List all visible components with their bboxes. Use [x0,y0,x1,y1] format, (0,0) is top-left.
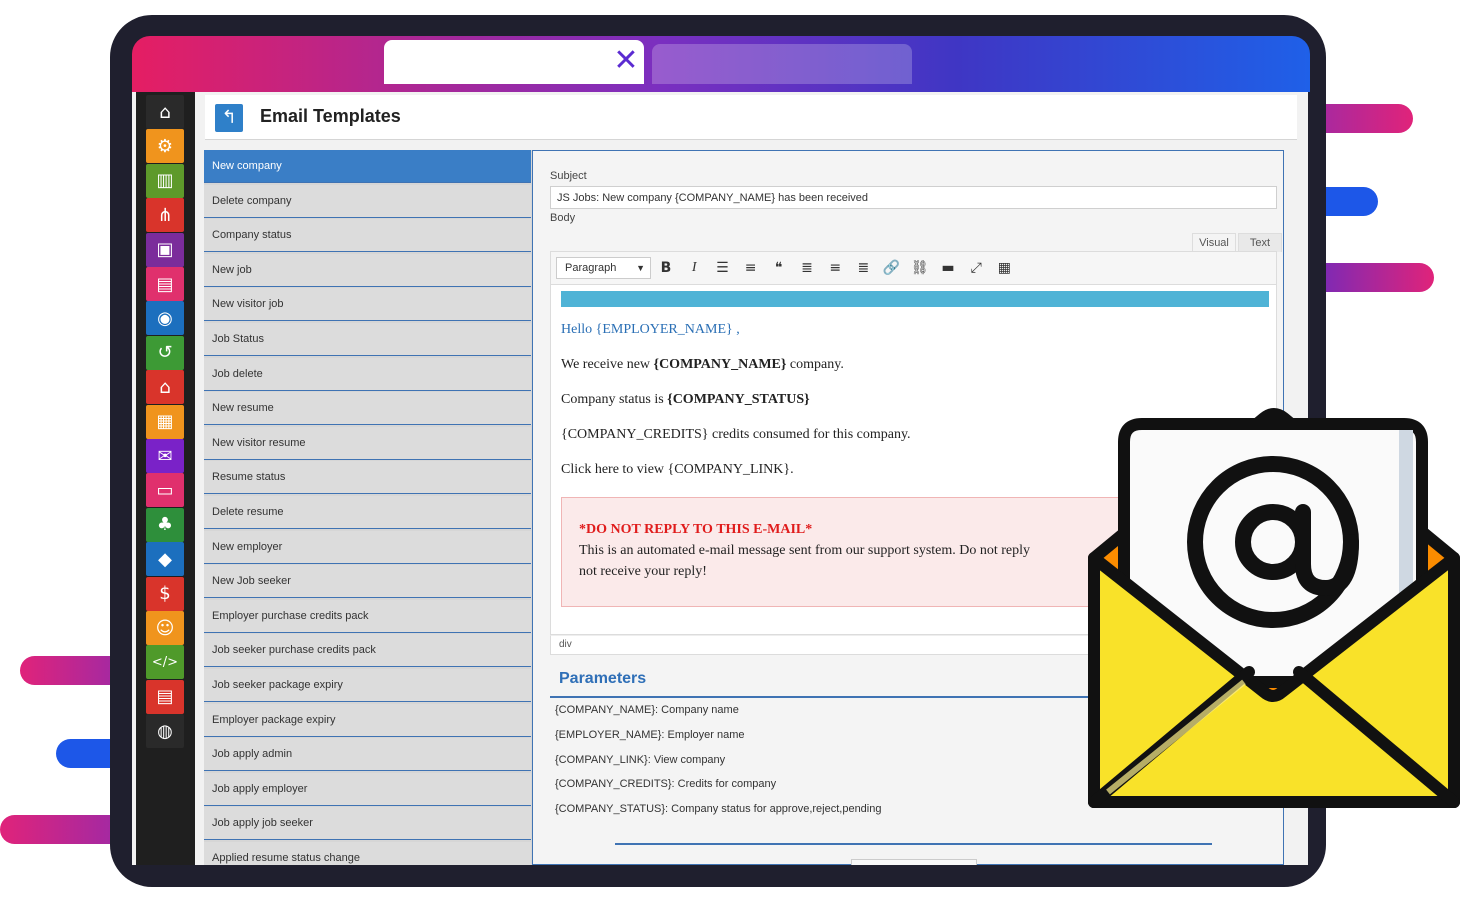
parameter-item: {COMPANY_STATUS}: Company status for app… [555,803,882,816]
template-list-item[interactable]: Job seeker purchase credits pack [204,634,531,668]
template-list-item[interactable]: Applied resume status change [204,842,531,865]
template-list-item[interactable]: Job apply job seeker [204,807,531,841]
messages-icon[interactable]: ✉ [146,439,184,473]
globe-icon[interactable]: ◍ [146,714,184,749]
notice-line-1: This is an automated e-mail message sent… [579,543,1031,558]
template-list-item[interactable]: Resume status [204,461,531,495]
template-list: New company Delete company Company status N… [204,150,532,865]
parameter-item: {COMPANY_LINK}: View company [555,753,726,766]
report-icon[interactable]: ▦ [146,404,184,439]
folder-icon[interactable]: ▭ [146,473,184,508]
resume-icon[interactable]: ▤ [146,267,184,301]
numbered-list-icon[interactable]: ≡ [739,257,763,279]
email-header-bar [561,291,1269,307]
briefcase-icon[interactable]: ▣ [146,232,184,267]
align-center-icon[interactable]: ≡ [823,257,847,279]
browser-tab-inactive[interactable] [652,44,912,84]
template-list-item[interactable]: Job apply admin [204,738,531,772]
building-icon[interactable]: ▥ [146,163,184,198]
notice-line-2: not receive your reply! [579,564,707,579]
subject-input[interactable]: JS Jobs: New company {COMPANY_NAME} has … [550,186,1277,209]
tree-icon[interactable]: ♣ [146,507,184,542]
code-icon[interactable]: </> [146,645,184,680]
template-list-item[interactable]: New employer [204,530,531,564]
back-arrow-icon[interactable]: ↰ [215,104,243,132]
tab-visual[interactable]: Visual [1192,233,1236,252]
link-icon[interactable]: 🔗 [880,257,904,279]
email-line-4: Click here to view {COMPANY_LINK}. [561,462,794,477]
home-icon[interactable]: ⌂ [146,95,184,129]
body-label: Body [550,212,576,224]
toolbar-toggle-icon[interactable]: ▦ [992,257,1016,279]
users-icon[interactable]: ☺ [146,611,184,645]
format-select-value: Paragraph [565,262,617,274]
template-list-item[interactable]: New visitor job [204,288,531,322]
italic-icon[interactable]: I [682,257,706,279]
unlink-icon[interactable]: ⛓ [908,257,932,279]
bottom-divider [615,843,1212,845]
tag-icon[interactable]: ◆ [146,542,184,577]
bullet-list-icon[interactable]: ☰ [710,257,734,279]
align-left-icon[interactable]: ≣ [795,257,819,279]
editor-toolbar: Paragraph ▼ B I ☰ ≡ ❝ ≣ ≡ ≣ 🔗 ⛓ ▬ ⤢ ▦ [550,251,1277,285]
template-list-item[interactable]: Delete resume [204,496,531,529]
template-list-item[interactable]: Job seeker package expiry [204,669,531,702]
email-line-3: {COMPANY_CREDITS} credits consumed for t… [561,427,911,442]
save-button[interactable] [851,859,977,865]
template-list-item[interactable]: Delete company [204,184,531,218]
gear-icon[interactable]: ⚙ [146,129,184,164]
parameters-title: Parameters [559,670,647,687]
office-icon[interactable]: ⌂ [146,370,184,405]
inbox-icon[interactable]: ▤ [146,679,184,714]
tab-text[interactable]: Text [1238,233,1282,252]
format-select[interactable]: Paragraph ▼ [556,257,651,279]
template-list-item[interactable]: Employer purchase credits pack [204,599,531,633]
sidebar: ⌂ ⚙ ▥ ⋔ ▣ ▤ ◉ ↺ ⌂ ▦ ✉ ▭ ♣ ◆ $ ☺ </> ▤ ◍ [136,92,195,865]
template-list-item[interactable]: New Job seeker [204,565,531,599]
template-list-item[interactable]: Employer package expiry [204,703,531,737]
quote-icon[interactable]: ❝ [767,257,791,279]
parameter-item: {COMPANY_NAME}: Company name [555,704,739,716]
dollar-icon[interactable]: $ [146,576,184,611]
template-list-item[interactable]: Job Status [204,323,531,356]
template-list-item[interactable]: New visitor resume [204,426,531,460]
close-icon[interactable]: ✕ [612,45,640,77]
template-list-item[interactable]: New company [204,150,531,183]
email-line-1: We receive new {COMPANY_NAME} company. [561,357,844,372]
read-more-icon[interactable]: ▬ [936,257,960,279]
page-title: Email Templates [260,106,401,126]
fullscreen-icon[interactable]: ⤢ [964,257,988,279]
align-right-icon[interactable]: ≣ [851,257,875,279]
browser-tab-active[interactable] [384,40,644,84]
notice-title: *DO NOT REPLY TO THIS E-MAIL* [579,522,813,537]
template-list-item[interactable]: Job apply employer [204,772,531,806]
page-header: ↰ Email Templates [205,95,1297,140]
template-list-item[interactable]: New resume [204,392,531,426]
bold-icon[interactable]: B [654,257,678,279]
coins-icon[interactable]: ◉ [146,301,184,336]
template-list-item[interactable]: Company status [204,219,531,253]
email-line-2: Company status is {COMPANY_STATUS} [561,392,810,407]
subject-label: Subject [550,170,587,182]
template-list-item[interactable]: New job [204,253,531,287]
parameter-item: {COMPANY_CREDITS}: Credits for company [555,778,777,791]
template-list-item[interactable]: Job delete [204,357,531,391]
email-envelope-icon [1074,382,1473,826]
chevron-down-icon: ▼ [636,263,645,273]
email-greeting: Hello {EMPLOYER_NAME} , [561,322,740,337]
history-icon[interactable]: ↺ [146,335,184,370]
parameter-item: {EMPLOYER_NAME}: Employer name [555,728,745,741]
hierarchy-icon[interactable]: ⋔ [146,198,184,233]
